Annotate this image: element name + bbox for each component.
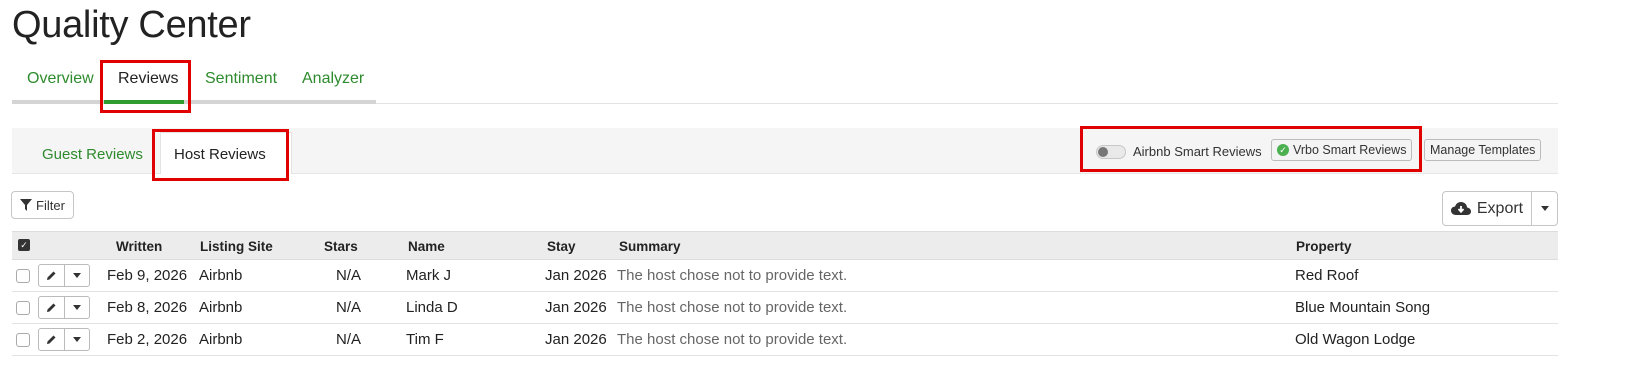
col-property[interactable]: Property xyxy=(1296,239,1352,254)
row-action-group xyxy=(38,296,90,319)
stars: N/A xyxy=(336,299,362,316)
filter-icon xyxy=(20,199,33,211)
manage-templates-button[interactable]: Manage Templates xyxy=(1424,139,1542,161)
stay-date: Jan 2026 xyxy=(545,267,607,284)
row-checkbox[interactable] xyxy=(16,333,30,347)
reviewer-name: Linda D xyxy=(406,299,458,316)
select-all-checkbox[interactable]: ✓ xyxy=(18,239,30,251)
chevron-down-icon xyxy=(73,337,81,342)
check-circle-icon: ✓ xyxy=(1277,144,1289,156)
edit-button[interactable] xyxy=(39,265,65,286)
active-tab-indicator xyxy=(104,100,184,104)
airbnb-smart-reviews-toggle[interactable] xyxy=(1096,145,1126,159)
listing-site: Airbnb xyxy=(199,299,243,316)
main-tabs: Overview Reviews Sentiment Analyzer xyxy=(12,60,1558,104)
stars: N/A xyxy=(336,267,362,284)
row-checkbox[interactable] xyxy=(16,301,30,315)
row-action-group xyxy=(38,264,90,287)
export-button[interactable]: Export xyxy=(1442,191,1532,226)
property-name: Old Wagon Lodge xyxy=(1295,331,1416,348)
stay-date: Jan 2026 xyxy=(545,299,607,316)
edit-button[interactable] xyxy=(39,329,65,350)
row-dropdown-button[interactable] xyxy=(65,297,89,318)
property-name: Blue Mountain Song xyxy=(1295,299,1431,316)
filter-label: Filter xyxy=(36,197,65,213)
export-label: Export xyxy=(1476,199,1524,217)
chevron-down-icon xyxy=(1540,206,1549,211)
table-header: ✓ Written Listing Site Stars Name Stay S… xyxy=(12,231,1558,260)
tab-host-reviews[interactable]: Host Reviews xyxy=(174,146,266,163)
tab-guest-reviews[interactable]: Guest Reviews xyxy=(42,146,143,163)
reviewer-name: Mark J xyxy=(406,267,451,284)
listing-site: Airbnb xyxy=(199,267,243,284)
tab-reviews[interactable]: Reviews xyxy=(118,70,178,88)
reviewer-name: Tim F xyxy=(406,331,444,348)
row-dropdown-button[interactable] xyxy=(65,265,89,286)
tab-analyzer[interactable]: Analyzer xyxy=(302,70,364,88)
vrbo-smart-reviews-button[interactable]: ✓ Vrbo Smart Reviews xyxy=(1271,139,1413,161)
toggle-knob xyxy=(1098,147,1108,157)
row-action-group xyxy=(38,328,90,351)
written-date: Feb 9, 2026 xyxy=(107,267,188,284)
tab-track xyxy=(12,100,376,104)
table-row: Feb 9, 2026 Airbnb N/A Mark J Jan 2026 T… xyxy=(12,260,1558,292)
col-summary[interactable]: Summary xyxy=(619,239,681,254)
pencil-icon xyxy=(47,335,56,344)
review-summary: The host chose not to provide text. xyxy=(617,331,848,348)
col-stay[interactable]: Stay xyxy=(547,239,576,254)
cloud-download-icon xyxy=(1450,201,1471,215)
vrbo-smart-reviews-label: Vrbo Smart Reviews xyxy=(1293,143,1407,157)
table-row: Feb 2, 2026 Airbnb N/A Tim F Jan 2026 Th… xyxy=(12,324,1558,356)
chevron-down-icon xyxy=(73,273,81,278)
page-title: Quality Center xyxy=(12,4,251,46)
col-listing-site[interactable]: Listing Site xyxy=(200,239,273,254)
table-row: Feb 8, 2026 Airbnb N/A Linda D Jan 2026 … xyxy=(12,292,1558,324)
review-summary: The host chose not to provide text. xyxy=(617,299,848,316)
col-name[interactable]: Name xyxy=(408,239,445,254)
col-stars[interactable]: Stars xyxy=(324,239,358,254)
export-dropdown-button[interactable] xyxy=(1531,191,1558,226)
airbnb-smart-reviews-label: Airbnb Smart Reviews xyxy=(1133,144,1262,159)
property-name: Red Roof xyxy=(1295,267,1359,284)
listing-site: Airbnb xyxy=(199,331,243,348)
written-date: Feb 2, 2026 xyxy=(107,331,188,348)
row-checkbox[interactable] xyxy=(16,269,30,283)
tab-sentiment[interactable]: Sentiment xyxy=(205,70,277,88)
row-dropdown-button[interactable] xyxy=(65,329,89,350)
pencil-icon xyxy=(47,271,56,280)
review-summary: The host chose not to provide text. xyxy=(617,267,848,284)
chevron-down-icon xyxy=(73,305,81,310)
col-written[interactable]: Written xyxy=(116,239,162,254)
edit-button[interactable] xyxy=(39,297,65,318)
filter-button[interactable]: Filter xyxy=(11,191,74,219)
stay-date: Jan 2026 xyxy=(545,331,607,348)
stars: N/A xyxy=(336,331,362,348)
tab-overview[interactable]: Overview xyxy=(27,70,94,88)
pencil-icon xyxy=(47,303,56,312)
written-date: Feb 8, 2026 xyxy=(107,299,188,316)
